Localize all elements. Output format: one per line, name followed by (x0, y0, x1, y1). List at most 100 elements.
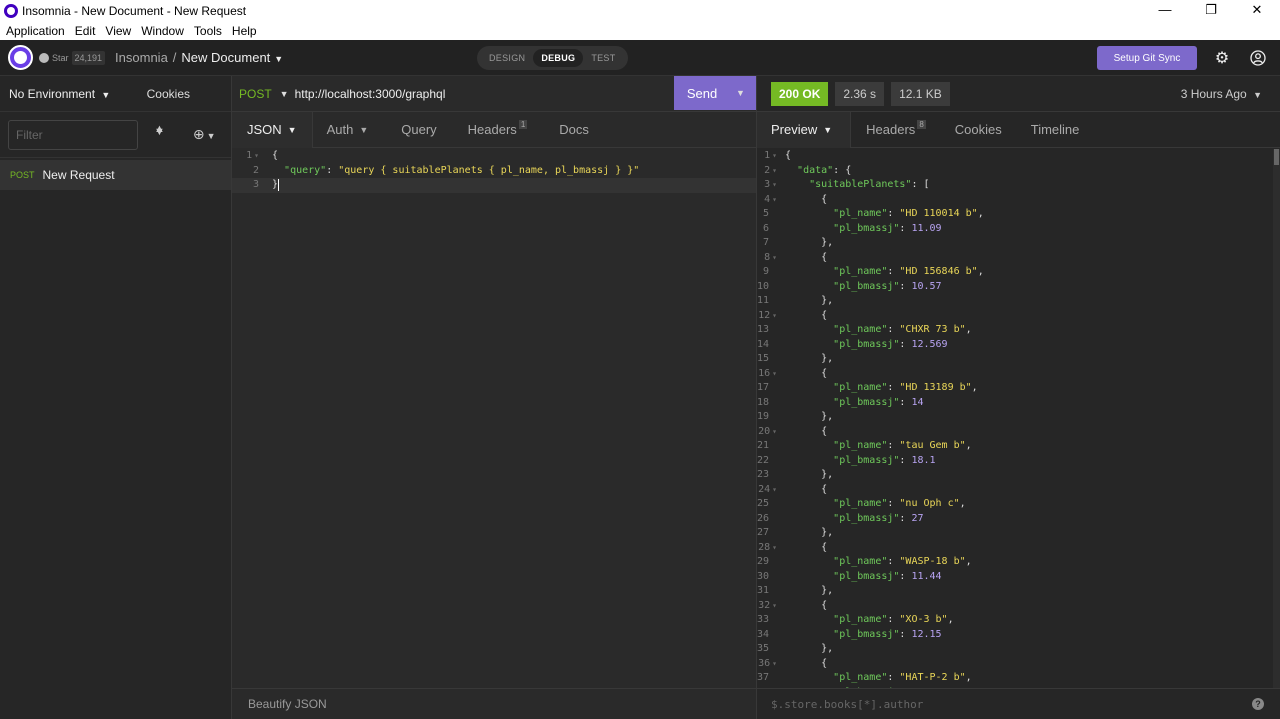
chevron-down-icon[interactable]: ▼ (274, 54, 283, 64)
menu-tools[interactable]: Tools (190, 24, 226, 38)
code-line: 15 }, (757, 353, 834, 364)
fold-arrow-icon[interactable]: ▾ (254, 151, 259, 160)
window-controls: — ❐ ✕ (1142, 0, 1280, 22)
fold-arrow-icon[interactable]: ▾ (772, 659, 777, 668)
account-icon[interactable] (1245, 46, 1271, 70)
menu-application[interactable]: Application (2, 24, 69, 38)
send-button[interactable]: Send ▼ (674, 76, 756, 110)
response-scrollbar[interactable] (1273, 149, 1280, 688)
code-line: 1 ▾{ (232, 149, 756, 164)
sidebar: No Environment ▼ Cookies ▲▼ ⊕▼ POST New … (0, 76, 232, 719)
cookies-button[interactable]: Cookies (147, 87, 190, 101)
scrollbar-thumb[interactable] (1274, 149, 1279, 165)
menu-help[interactable]: Help (228, 24, 261, 38)
code-line: 13 "pl_name": "CHXR 73 b", (757, 324, 972, 335)
mode-test[interactable]: TEST (583, 49, 623, 67)
menu-view[interactable]: View (101, 24, 135, 38)
mode-design[interactable]: DESIGN (481, 49, 533, 67)
code-line: 23 }, (757, 469, 834, 480)
filter-row: ▲▼ ⊕▼ (0, 112, 231, 158)
code-line: 18 "pl_bmassj": 14 (757, 396, 924, 408)
maximize-icon[interactable]: ❐ (1188, 0, 1234, 22)
fold-arrow-icon[interactable]: ▾ (772, 253, 777, 262)
fold-arrow-icon[interactable]: ▾ (772, 485, 777, 494)
fold-arrow-icon[interactable]: ▾ (772, 151, 777, 160)
fold-arrow-icon[interactable]: ▾ (772, 195, 777, 204)
code-line: 7 }, (762, 237, 834, 248)
chevron-down-icon[interactable]: ▼ (736, 88, 745, 98)
fold-arrow-icon[interactable]: ▾ (772, 166, 777, 175)
environment-label: No Environment (9, 86, 96, 101)
window-title: Insomnia - New Document - New Request (22, 4, 247, 18)
tab-headers[interactable]: Headers 1 (452, 112, 543, 148)
request-method-badge: POST (10, 170, 35, 180)
tab-cookies[interactable]: Cookies (941, 112, 1017, 148)
tab-timeline[interactable]: Timeline (1017, 112, 1095, 148)
add-request-icon[interactable]: ⊕ ▼ (193, 126, 216, 143)
tab-label: Headers (866, 122, 916, 137)
code-line: 4 ▾ { (764, 193, 828, 205)
menu-edit[interactable]: Edit (71, 24, 100, 38)
method-selector[interactable]: POST (239, 87, 272, 101)
close-icon[interactable]: ✕ (1234, 0, 1280, 22)
environment-row: No Environment ▼ Cookies (0, 76, 231, 112)
tab-response-headers[interactable]: Headers 8 (851, 112, 941, 148)
response-footer: $.store.books[*].author ? (757, 688, 1280, 719)
fold-arrow-icon[interactable]: ▾ (772, 180, 777, 189)
code-line: 16 ▾ { (758, 367, 828, 379)
code-line: 8 ▾ { (764, 251, 828, 263)
code-line: 6 "pl_bmassj": 11.09 (762, 222, 942, 234)
tab-docs[interactable]: Docs (542, 112, 604, 148)
breadcrumb-root[interactable]: Insomnia (115, 50, 168, 65)
tab-label: Headers (467, 122, 517, 137)
url-input[interactable]: http://localhost:3000/graphql (295, 87, 446, 101)
sidebar-request-item[interactable]: POST New Request (0, 160, 231, 190)
fold-arrow-icon[interactable]: ▾ (772, 369, 777, 378)
request-body-editor[interactable]: 1 ▾{ 2 "query": "query { suitablePlanets … (232, 149, 756, 688)
code-line: 19 }, (757, 411, 834, 422)
code-line: 17 "pl_name": "HD 13189 b", (757, 382, 978, 393)
response-size-badge: 12.1 KB (891, 81, 950, 106)
beautify-json-button[interactable]: Beautify JSON (248, 697, 327, 711)
setup-git-sync-button[interactable]: Setup Git Sync (1097, 46, 1197, 70)
sidebar-filter-input[interactable] (8, 119, 138, 150)
history-label: 3 Hours Ago (1180, 87, 1247, 101)
menu-window[interactable]: Window (137, 24, 188, 38)
response-body-viewer[interactable]: 1 ▾{2 ▾ "data": {3 ▾ "suitablePlanets": [4 ▾… (757, 149, 1280, 688)
response-pane: 200 OK 2.36 s 12.1 KB 3 Hours Ago ▼ Prev… (757, 76, 1280, 719)
environment-selector[interactable]: No Environment ▼ (9, 87, 110, 101)
code-line: 2 ▾ "data": { (764, 164, 852, 176)
star-count: 24,191 (71, 50, 106, 65)
fold-arrow-icon[interactable]: ▾ (772, 311, 777, 320)
fold-arrow-icon[interactable]: ▾ (772, 601, 777, 610)
tab-label: Cookies (954, 122, 1002, 137)
response-history-dropdown[interactable]: 3 Hours Ago ▼ (1181, 87, 1262, 101)
sort-icon[interactable]: ▲ ▼ (154, 123, 165, 147)
help-icon[interactable]: ? (1252, 698, 1264, 710)
send-label: Send (686, 85, 718, 101)
minimize-icon[interactable]: — (1142, 0, 1188, 22)
fold-arrow-icon[interactable]: ▾ (772, 543, 777, 552)
code-text: { (272, 150, 279, 161)
github-star-button[interactable]: Star 24,191 (39, 50, 106, 65)
tab-json[interactable]: JSON ▼ (232, 111, 313, 148)
tab-preview[interactable]: Preview ▼ (757, 111, 852, 148)
request-footer: Beautify JSON (232, 688, 756, 719)
response-filter-input[interactable]: $.store.books[*].author (771, 698, 923, 711)
headers-count-badge: 1 (518, 120, 528, 129)
fold-arrow-icon[interactable]: ▾ (772, 427, 777, 436)
headers-count-badge: 8 (917, 120, 926, 129)
insomnia-logo[interactable] (8, 45, 33, 70)
code-line: 37 "pl_name": "HAT-P-2 b", (757, 672, 972, 683)
star-label: Star (52, 52, 69, 63)
code-line: 14 "pl_bmassj": 12.569 (757, 338, 948, 350)
code-line: 20 ▾ { (758, 425, 828, 437)
chevron-down-icon[interactable]: ▼ (280, 89, 289, 99)
settings-gear-icon[interactable]: ⚙ (1209, 46, 1235, 70)
tab-query[interactable]: Query (385, 112, 451, 148)
chevron-down-icon: ▼ (101, 89, 111, 100)
tab-auth[interactable]: Auth ▼ (313, 112, 386, 148)
breadcrumb-document[interactable]: New Document (181, 50, 270, 65)
code-line: 29 "pl_name": "WASP-18 b", (757, 556, 972, 567)
mode-debug[interactable]: DEBUG (533, 49, 584, 67)
